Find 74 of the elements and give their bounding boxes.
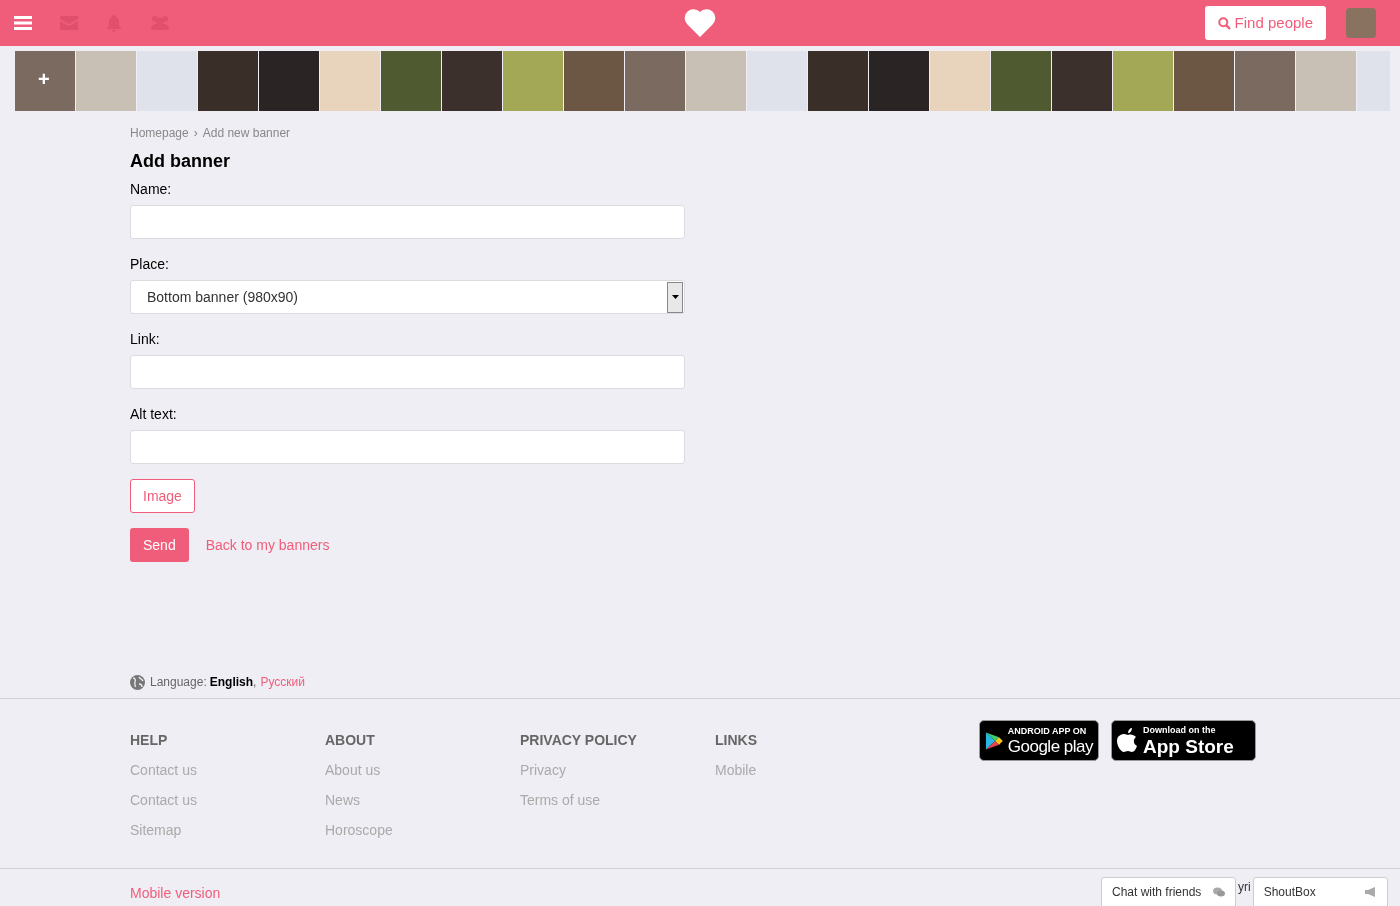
- chat-with-friends-tab[interactable]: Chat with friends: [1101, 877, 1236, 906]
- photo-placeholder[interactable]: [259, 51, 319, 111]
- footer-link[interactable]: Privacy: [520, 762, 566, 778]
- photo-placeholder[interactable]: [137, 51, 197, 111]
- page-title: Add banner: [130, 150, 231, 172]
- badge-caption: Download on the: [1143, 725, 1217, 735]
- photo-placeholder[interactable]: [991, 51, 1051, 111]
- menu-icon[interactable]: [14, 16, 32, 30]
- photo-placeholder[interactable]: [320, 51, 380, 111]
- footer-heading: ABOUT: [325, 732, 376, 748]
- language-label: Language:: [150, 674, 207, 691]
- send-button[interactable]: Send: [130, 528, 189, 562]
- photo-placeholder[interactable]: +: [15, 51, 75, 111]
- badge-title: App Store: [1143, 736, 1234, 756]
- mobile-version-link[interactable]: Mobile version: [130, 885, 221, 901]
- footer-link[interactable]: Mobile: [715, 762, 757, 778]
- input-field[interactable]: [130, 355, 685, 389]
- plus-icon[interactable]: +: [38, 69, 50, 89]
- photo-placeholder[interactable]: [869, 51, 929, 111]
- language-option[interactable]: Русский: [260, 673, 305, 691]
- image-button[interactable]: Image: [130, 479, 195, 513]
- apple-icon: [1117, 727, 1139, 754]
- field-label: Name:: [130, 181, 173, 197]
- badge-title: Google play: [1007, 737, 1093, 755]
- breadcrumb-link[interactable]: Add new banner: [202, 124, 291, 142]
- footer-link[interactable]: About us: [325, 762, 381, 778]
- back-link[interactable]: Back to my banners: [205, 534, 330, 556]
- photo-placeholder[interactable]: [381, 51, 441, 111]
- footer-heading: LINKS: [715, 732, 758, 748]
- field-label: Place:: [130, 256, 170, 272]
- chevron-icon: ›: [193, 124, 198, 142]
- photo-placeholder[interactable]: [503, 51, 563, 111]
- photo-placeholder[interactable]: [1113, 51, 1173, 111]
- megaphone-icon: [1364, 887, 1377, 897]
- photo-placeholder[interactable]: [808, 51, 868, 111]
- chat-bubbles-icon: [1213, 887, 1225, 897]
- photo-placeholder[interactable]: [1052, 51, 1112, 111]
- photo-placeholder[interactable]: [1235, 51, 1295, 111]
- footer-link[interactable]: Contact us: [130, 762, 197, 778]
- field-label: Link:: [130, 331, 161, 347]
- field-label: Alt text:: [130, 406, 178, 422]
- breadcrumb-link[interactable]: Homepage: [130, 124, 189, 142]
- footer-heading: PRIVACY POLICY: [520, 732, 638, 748]
- photo-placeholder[interactable]: [686, 51, 746, 111]
- comma-separator: ,: [253, 674, 257, 691]
- photo-placeholder[interactable]: [442, 51, 502, 111]
- footer-link[interactable]: News: [325, 792, 360, 808]
- photo-placeholder[interactable]: [198, 51, 258, 111]
- globe-icon: [130, 674, 145, 690]
- photo-placeholder[interactable]: [930, 51, 990, 111]
- heart-logo-icon: [684, 8, 716, 37]
- find-people-button[interactable]: Find people: [1204, 6, 1326, 40]
- footer-link[interactable]: Terms of use: [520, 792, 601, 808]
- photo-placeholder[interactable]: [564, 51, 624, 111]
- app-store-badge[interactable]: Download on the App Store: [1111, 720, 1256, 761]
- shoutbox-tab[interactable]: ShoutBox: [1252, 877, 1388, 906]
- play-triangle-icon: [985, 730, 1004, 751]
- photo-placeholder[interactable]: [1174, 51, 1234, 111]
- footer-heading: HELP: [130, 732, 169, 748]
- footer-link[interactable]: Sitemap: [130, 822, 182, 838]
- select-field[interactable]: Bottom banner (980x90): [130, 280, 685, 314]
- avatar[interactable]: [1346, 8, 1376, 38]
- photo-placeholder[interactable]: [747, 51, 807, 111]
- photo-placeholder[interactable]: [76, 51, 136, 111]
- input-field[interactable]: [130, 430, 685, 464]
- photo-placeholder[interactable]: [1296, 51, 1356, 111]
- badge-caption: ANDROID APP ON: [1007, 726, 1088, 736]
- google-play-badge[interactable]: ANDROID APP ON Google play: [979, 720, 1099, 761]
- input-field[interactable]: [130, 205, 685, 239]
- footer-link[interactable]: Horoscope: [325, 822, 393, 838]
- footer-link[interactable]: Contact us: [130, 792, 197, 808]
- copyright-text: yri: [1238, 879, 1251, 896]
- search-icon: [1217, 16, 1231, 30]
- photo-placeholder[interactable]: [625, 51, 685, 111]
